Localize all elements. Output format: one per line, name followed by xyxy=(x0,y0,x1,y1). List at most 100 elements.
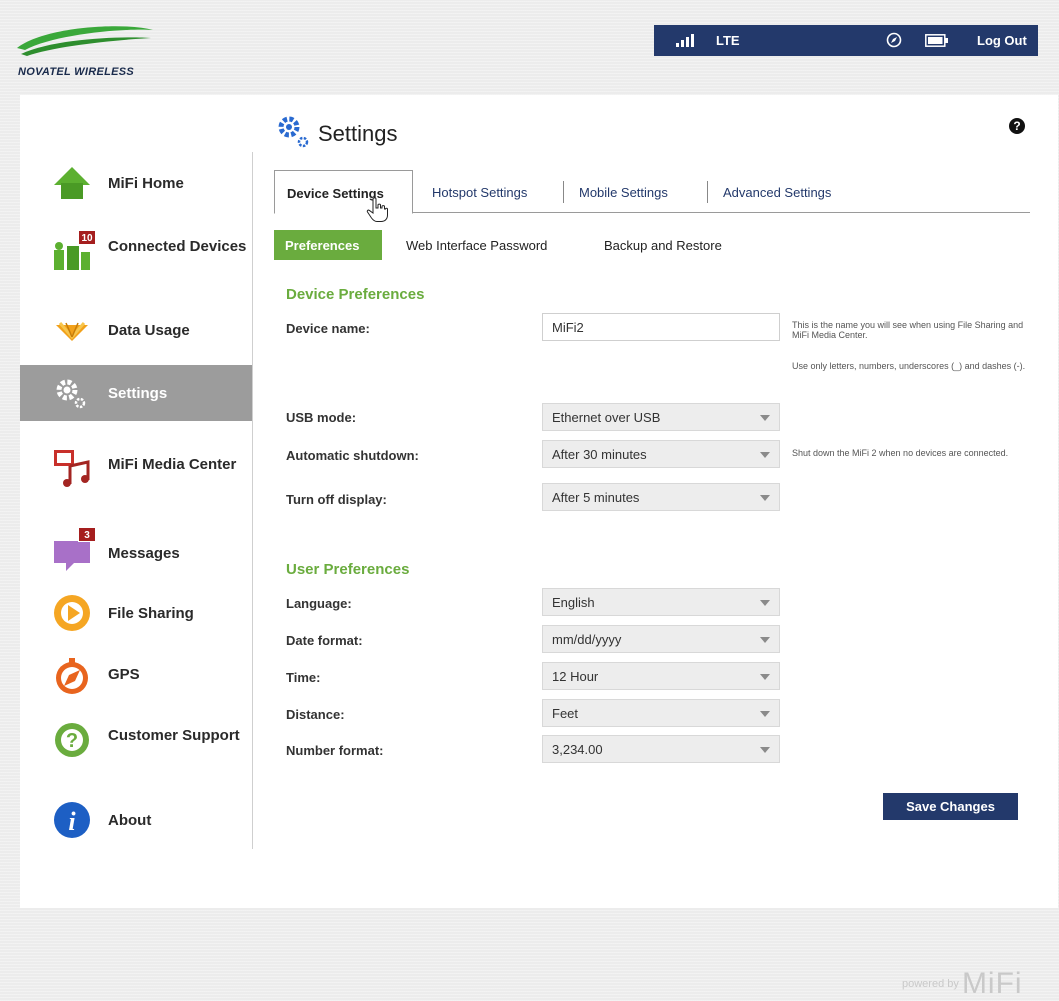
info-icon: i xyxy=(54,802,90,838)
device-name-label: Device name: xyxy=(286,321,370,336)
sidebar-item-label: MiFi Media Center xyxy=(108,456,237,473)
powered-by-text: powered by xyxy=(902,977,959,990)
sidebar-item-settings[interactable]: Settings xyxy=(20,365,252,421)
usb-mode-select[interactable]: Ethernet over USB xyxy=(542,403,780,431)
svg-text:i: i xyxy=(68,807,76,836)
logout-link[interactable]: Log Out xyxy=(977,33,1027,48)
messages-badge: 3 xyxy=(78,527,96,542)
hand-cursor-icon xyxy=(366,197,388,222)
network-type: LTE xyxy=(716,33,740,48)
tab-label: Advanced Settings xyxy=(723,185,832,200)
date-format-select[interactable]: mm/dd/yyyy xyxy=(542,625,780,653)
select-value: After 5 minutes xyxy=(552,490,640,505)
svg-text:?: ? xyxy=(66,730,78,752)
time-label: Time: xyxy=(286,670,321,685)
chevron-down-icon xyxy=(760,711,770,717)
help-icon[interactable]: ? xyxy=(1009,118,1025,134)
select-value: English xyxy=(552,595,595,610)
tab-label: Hotspot Settings xyxy=(432,185,528,200)
sidebar-item-mifi-home[interactable]: MiFi Home xyxy=(20,153,252,209)
sidebar-item-label: File Sharing xyxy=(108,605,194,622)
home-icon xyxy=(54,167,90,199)
logo-text: NOVATEL WIRELESS xyxy=(18,66,135,78)
media-center-icon xyxy=(54,450,90,487)
settings-gear-icon xyxy=(278,116,309,148)
page-title: Settings xyxy=(318,121,398,146)
subtab-label: Preferences xyxy=(285,238,360,253)
select-value: 12 Hour xyxy=(552,669,599,684)
tab-advanced-settings[interactable]: Advanced Settings xyxy=(715,170,865,213)
user-preferences-title: User Preferences xyxy=(286,561,410,578)
auto-shutdown-select[interactable]: After 30 minutes xyxy=(542,440,780,468)
distance-label: Distance: xyxy=(286,707,345,722)
gps-compass-icon xyxy=(886,32,902,48)
support-icon: ? xyxy=(55,723,89,757)
gps-icon xyxy=(56,658,88,694)
tab-mobile-settings[interactable]: Mobile Settings xyxy=(571,170,697,213)
sidebar-item-label: Customer Support xyxy=(108,727,240,744)
sidebar-item-customer-support[interactable]: ? Customer Support xyxy=(20,710,252,772)
file-sharing-icon xyxy=(54,595,90,631)
connected-devices-badge: 10 xyxy=(78,230,96,245)
language-label: Language: xyxy=(286,596,352,611)
header: NOVATEL WIRELESS LTE Log Out xyxy=(0,0,1059,95)
signal-icon xyxy=(676,33,694,47)
sidebar-item-label: Messages xyxy=(108,545,180,562)
sidebar-item-label: Data Usage xyxy=(108,322,190,339)
select-value: Feet xyxy=(552,706,579,721)
subtab-backup-restore[interactable]: Backup and Restore xyxy=(592,230,742,260)
tab-hotspot-settings[interactable]: Hotspot Settings xyxy=(424,170,554,213)
sidebar-item-label: MiFi Home xyxy=(108,175,184,192)
device-name-input[interactable] xyxy=(542,313,780,341)
sidebar-item-label: Connected Devices xyxy=(108,238,247,255)
select-value: Ethernet over USB xyxy=(552,410,661,425)
status-bar: LTE Log Out xyxy=(654,25,1038,56)
sidebar-item-file-sharing[interactable]: File Sharing xyxy=(20,583,252,639)
sidebar-item-data-usage[interactable]: Data Usage xyxy=(20,301,252,357)
subtab-preferences[interactable]: Preferences xyxy=(274,230,382,260)
sidebar-item-gps[interactable]: GPS xyxy=(20,646,252,702)
chevron-down-icon xyxy=(760,415,770,421)
chevron-down-icon xyxy=(760,600,770,606)
auto-shutdown-hint: Shut down the MiFi 2 when no devices are… xyxy=(792,448,1009,458)
sidebar-item-about[interactable]: i About xyxy=(20,790,252,846)
device-name-rules-hint: Use only letters, numbers, underscores (… xyxy=(792,361,1026,371)
device-name-hint: This is the name you will see when using… xyxy=(792,320,1024,340)
tab-separator xyxy=(563,181,564,203)
tab-device-settings[interactable]: Device Settings xyxy=(274,170,413,214)
date-format-label: Date format: xyxy=(286,633,363,648)
sidebar: MiFi Home 10 Connected Devices Data Usag… xyxy=(20,150,252,850)
auto-shutdown-label: Automatic shutdown: xyxy=(286,448,419,463)
number-format-select[interactable]: 3,234.00 xyxy=(542,735,780,763)
sidebar-item-label: About xyxy=(108,812,152,829)
select-value: 3,234.00 xyxy=(552,742,603,757)
powered-by-mifi: powered by MiFi xyxy=(902,967,1023,1001)
tab-label: Mobile Settings xyxy=(579,185,668,200)
chevron-down-icon xyxy=(760,495,770,501)
time-select[interactable]: 12 Hour xyxy=(542,662,780,690)
chevron-down-icon xyxy=(760,452,770,458)
display-off-select[interactable]: After 5 minutes xyxy=(542,483,780,511)
chevron-down-icon xyxy=(760,674,770,680)
subtab-web-interface-password[interactable]: Web Interface Password xyxy=(394,230,579,260)
usb-mode-label: USB mode: xyxy=(286,410,357,425)
gear-icon xyxy=(56,379,86,409)
subtab-label: Backup and Restore xyxy=(604,238,722,253)
device-preferences-title: Device Preferences xyxy=(286,286,425,303)
chevron-down-icon xyxy=(760,747,770,753)
sidebar-item-messages[interactable]: 3 Messages xyxy=(20,523,252,579)
sidebar-divider xyxy=(252,152,253,849)
display-off-label: Turn off display: xyxy=(286,492,387,507)
number-format-label: Number format: xyxy=(286,743,384,758)
sidebar-item-connected-devices[interactable]: 10 Connected Devices xyxy=(20,222,252,284)
sidebar-item-media-center[interactable]: MiFi Media Center xyxy=(20,440,252,502)
distance-select[interactable]: Feet xyxy=(542,699,780,727)
sidebar-item-label: GPS xyxy=(108,666,140,683)
data-usage-icon xyxy=(56,322,88,341)
mifi-brand: MiFi xyxy=(961,967,1023,1000)
save-changes-button[interactable]: Save Changes xyxy=(883,793,1018,820)
select-value: mm/dd/yyyy xyxy=(552,632,622,647)
battery-icon xyxy=(925,34,948,47)
language-select[interactable]: English xyxy=(542,588,780,616)
tab-separator xyxy=(707,181,708,203)
